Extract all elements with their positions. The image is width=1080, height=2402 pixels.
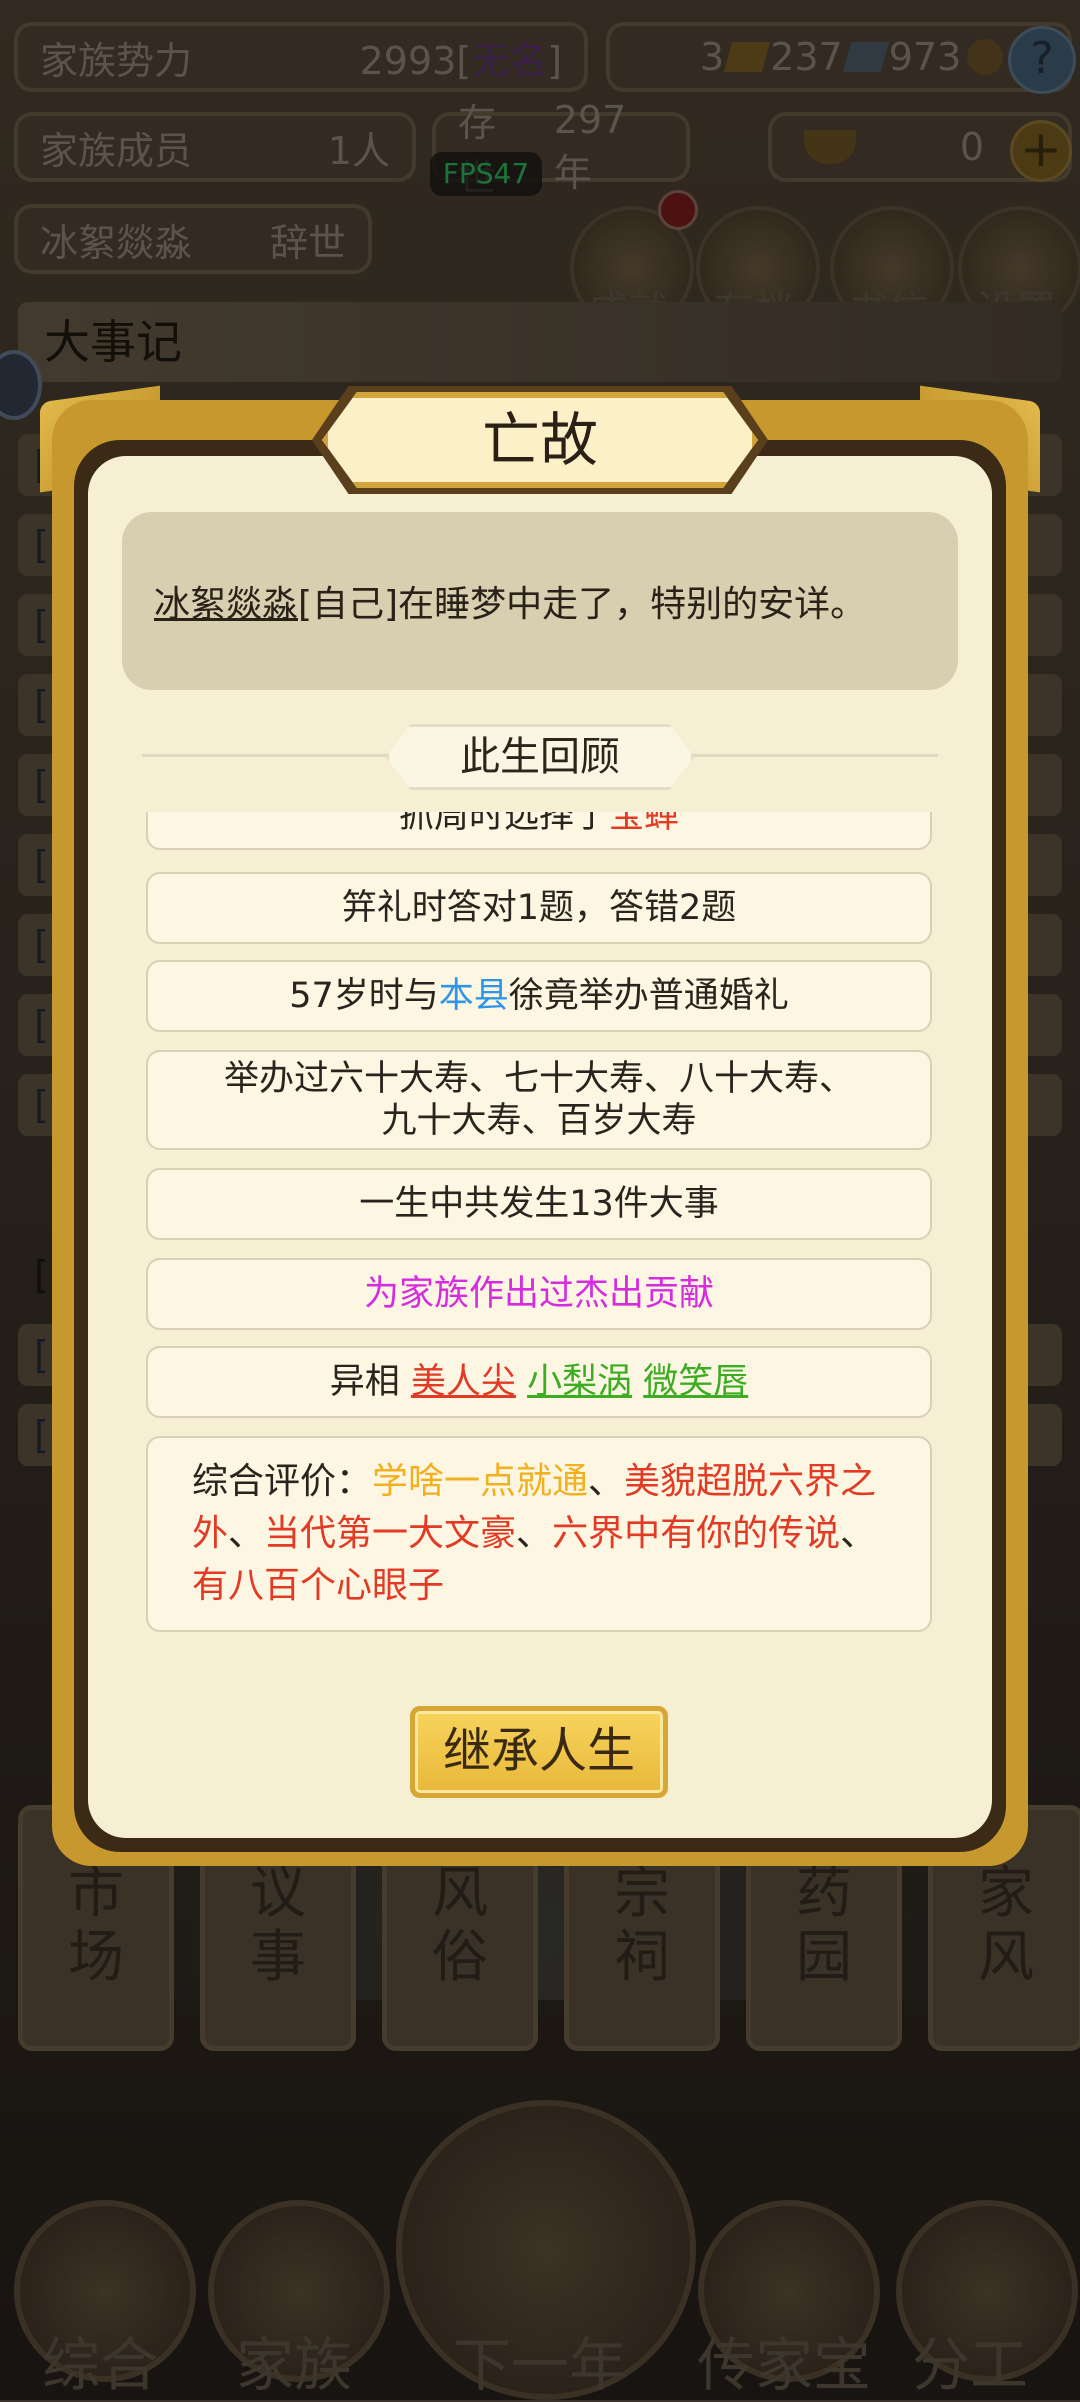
list-item: 为家族作出过杰出贡献: [146, 1258, 932, 1330]
item-highlight: 宝蝉: [609, 812, 680, 836]
item-text: 、: [840, 1513, 877, 1554]
item-text: 九十大寿、百岁大寿: [381, 1101, 697, 1141]
item-highlight: 本县: [438, 976, 509, 1016]
item-highlight: 学啥一点就通: [372, 1461, 589, 1502]
item-text: 为家族作出过杰出贡献: [363, 1274, 714, 1314]
item-highlight: 六界中有你的传说: [552, 1513, 841, 1554]
list-item: 笄礼时答对1题，答错2题: [146, 872, 932, 944]
list-item: 综合评价：学啥一点就通、美貌超脱六界之外、当代第一大文豪、六界中有你的传说、有八…: [146, 1436, 932, 1632]
death-message: 冰絮燚淼 [自己]在睡梦中走了，特别的安详。: [122, 512, 958, 690]
death-text: [自己]在睡梦中走了，特别的安详。: [298, 584, 867, 625]
trait-link[interactable]: 美人尖: [411, 1362, 516, 1402]
inherit-life-button[interactable]: 继承人生: [410, 1706, 668, 1798]
list-item: 异相 美人尖 小梨涡 微笑唇: [146, 1346, 932, 1418]
modal-title: 亡故: [322, 392, 758, 488]
divider-left: [142, 754, 390, 757]
list-item: 抓周时选择了宝蝉: [146, 812, 932, 850]
list-item: 57岁时与本县徐竟举办普通婚礼: [146, 960, 932, 1032]
trait-link[interactable]: 小梨涡: [527, 1362, 632, 1402]
item-text: 笄礼时答对1题，答错2题: [341, 888, 737, 928]
item-text: 抓周时选择了: [398, 812, 609, 836]
item-text: 举办过六十大寿、七十大寿、八十大寿、: [223, 1059, 854, 1099]
trait-link[interactable]: 微笑唇: [643, 1362, 748, 1402]
item-text: 、: [228, 1513, 265, 1554]
item-text: 57岁时与: [289, 976, 439, 1016]
list-item: 一生中共发生13件大事: [146, 1168, 932, 1240]
item-highlight: 有八百个心眼子: [192, 1565, 445, 1606]
item-text: 、: [516, 1513, 553, 1554]
list-item: 举办过六十大寿、七十大寿、八十大寿、 九十大寿、百岁大寿: [146, 1050, 932, 1150]
item-text: 异相: [329, 1362, 400, 1402]
deceased-name[interactable]: 冰絮燚淼: [154, 575, 298, 627]
item-text: 一生中共发生13件大事: [359, 1184, 719, 1224]
item-text: 综合评价：: [192, 1461, 373, 1502]
item-text: 徐竟举办普通婚礼: [508, 976, 789, 1016]
item-text: 、: [588, 1461, 625, 1502]
item-highlight: 当代第一大文豪: [264, 1513, 517, 1554]
divider-right: [690, 754, 938, 757]
life-review-title: 此生回顾: [386, 724, 694, 790]
life-review-list[interactable]: 抓周时选择了宝蝉 笄礼时答对1题，答错2题 57岁时与本县徐竟举办普通婚礼 举办…: [144, 812, 936, 1642]
